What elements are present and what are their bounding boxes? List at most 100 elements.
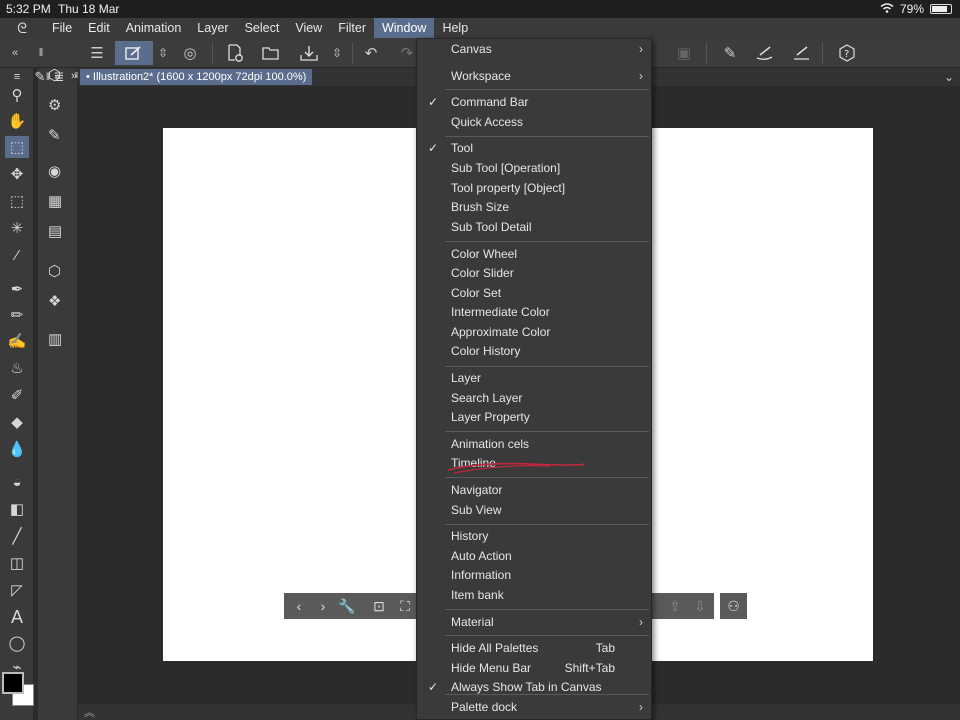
decoration-icon[interactable]: ✐: [5, 384, 29, 406]
operation-icon[interactable]: ⬚: [5, 136, 29, 158]
next-icon[interactable]: ›: [312, 595, 334, 617]
menu-item-tool-property-object[interactable]: Tool property [Object]: [417, 179, 651, 198]
brush-tool-icon[interactable]: ✍: [5, 330, 29, 352]
timeline-icon[interactable]: ▤: [48, 222, 62, 240]
menu-item-color-set[interactable]: Color Set: [417, 284, 651, 303]
pencil-icon[interactable]: ✏: [5, 304, 29, 326]
menu-file[interactable]: File: [44, 18, 80, 38]
settings-person-icon[interactable]: ⚇: [720, 593, 747, 619]
menu-item-color-slider[interactable]: Color Slider: [417, 264, 651, 283]
airbrush-icon[interactable]: ♨: [5, 357, 29, 379]
menu-item-canvas[interactable]: Canvas ›: [417, 40, 651, 59]
chevron-right-icon: ›: [639, 700, 643, 714]
camera-icon[interactable]: ⊡: [368, 595, 390, 617]
menu-item-layer[interactable]: Layer: [417, 369, 651, 388]
menu-filter[interactable]: Filter: [330, 18, 374, 38]
chevron-up-icon[interactable]: ︽: [84, 704, 95, 720]
fit-screen-icon[interactable]: ⛶: [394, 595, 416, 617]
sub-tool-icon[interactable]: ⬡: [48, 66, 61, 84]
frame-border-icon[interactable]: ◫: [5, 552, 29, 574]
spiral-icon[interactable]: ◎: [177, 41, 203, 65]
layer-icon[interactable]: ❖: [48, 292, 61, 310]
menu-item-animation-cels[interactable]: Animation cels: [417, 435, 651, 454]
move-icon[interactable]: ✥: [5, 163, 29, 185]
color-swatches[interactable]: [2, 672, 36, 712]
layer-property-icon[interactable]: ⬡: [48, 262, 61, 280]
foreground-color-swatch[interactable]: [2, 672, 24, 694]
menu-item-layer-property[interactable]: Layer Property: [417, 408, 651, 427]
save-icon[interactable]: [296, 41, 322, 65]
selection-icon[interactable]: ⬚: [5, 190, 29, 212]
menu-item-intermediate-color[interactable]: Intermediate Color: [417, 303, 651, 322]
save-options-icon[interactable]: ⇳: [324, 41, 350, 65]
menu-window[interactable]: Window: [373, 18, 435, 38]
menu-item-brush-size[interactable]: Brush Size: [417, 198, 651, 217]
menu-item-quick-access[interactable]: Quick Access: [417, 113, 651, 132]
menu-item-workspace[interactable]: Workspace ›: [417, 67, 651, 86]
menu-item-label: Layer: [451, 371, 482, 385]
menu-item-navigator[interactable]: Navigator: [417, 481, 651, 500]
menu-item-command-bar[interactable]: ✓ Command Bar: [417, 93, 651, 112]
app-logo-icon[interactable]: ᘓ: [0, 20, 44, 37]
menu-item-approximate-color[interactable]: Approximate Color: [417, 323, 651, 342]
pen-icon[interactable]: ✎: [717, 41, 743, 65]
panel-toggle-icon[interactable]: ‖: [28, 41, 54, 65]
menu-item-hide-all-palettes[interactable]: Hide All Palettes Tab: [417, 639, 651, 658]
menu-item-sub-view[interactable]: Sub View: [417, 501, 651, 520]
wrench-icon[interactable]: 🔧: [336, 595, 358, 617]
ruler-tool-icon[interactable]: ◸: [5, 579, 29, 601]
menu-item-hide-menu-bar[interactable]: Hide Menu Bar Shift+Tab: [417, 659, 651, 678]
text-icon[interactable]: A: [5, 606, 29, 628]
gradient-icon[interactable]: ◧: [5, 498, 29, 520]
line-icon[interactable]: ╱: [5, 525, 29, 547]
color-wheel-icon[interactable]: ◉: [48, 162, 61, 180]
menu-help[interactable]: Help: [434, 18, 476, 38]
open-folder-icon[interactable]: [258, 41, 284, 65]
menu-item-search-layer[interactable]: Search Layer: [417, 389, 651, 408]
tool-property-icon[interactable]: ⚙: [48, 96, 61, 114]
menu-item-tool[interactable]: ✓ Tool: [417, 139, 651, 158]
color-set-icon[interactable]: ▦: [48, 192, 62, 210]
menu-item-item-bank[interactable]: Item bank: [417, 586, 651, 605]
menu-item-material[interactable]: Material ›: [417, 613, 651, 632]
collapse-left-icon[interactable]: «: [2, 41, 28, 65]
menu-edit[interactable]: Edit: [80, 18, 118, 38]
menu-select[interactable]: Select: [237, 18, 288, 38]
zoom-icon[interactable]: ⚲: [5, 84, 29, 106]
layer-down-icon[interactable]: ⇩: [689, 595, 711, 617]
canvas-select-icon[interactable]: [115, 41, 153, 65]
eyedropper-icon[interactable]: ⁄: [5, 244, 29, 266]
menu-item-color-wheel[interactable]: Color Wheel: [417, 245, 651, 264]
ruler-icon[interactable]: [789, 41, 815, 65]
pen-tool-icon[interactable]: ✒: [5, 278, 29, 300]
reorder-icon[interactable]: ⇳: [150, 41, 176, 65]
previous-icon[interactable]: ‹: [288, 595, 310, 617]
eraser-icon[interactable]: ◆: [5, 411, 29, 433]
menu-item-history[interactable]: History: [417, 527, 651, 546]
new-doc-icon[interactable]: [222, 41, 248, 65]
menu-item-sub-tool-detail[interactable]: Sub Tool Detail: [417, 218, 651, 237]
menu-layer[interactable]: Layer: [189, 18, 236, 38]
menu-animation[interactable]: Animation: [118, 18, 190, 38]
brush-size-icon[interactable]: ✎: [48, 126, 61, 144]
menu-icon[interactable]: ☰: [84, 41, 110, 65]
magic-wand-icon[interactable]: ✳: [5, 217, 29, 239]
blend-icon[interactable]: 💧: [5, 438, 29, 460]
brush-icon[interactable]: [752, 41, 778, 65]
menu-item-palette-dock[interactable]: Palette dock ›: [417, 698, 651, 717]
help-icon[interactable]: ?: [834, 41, 860, 65]
chevron-down-icon[interactable]: ⌄: [944, 70, 954, 84]
menu-item-auto-action[interactable]: Auto Action: [417, 547, 651, 566]
layer-up-icon[interactable]: ⇪: [664, 595, 686, 617]
menu-item-color-history[interactable]: Color History: [417, 342, 651, 361]
menu-item-sub-tool-operation[interactable]: Sub Tool [Operation]: [417, 159, 651, 178]
menu-view[interactable]: View: [287, 18, 330, 38]
document-tab[interactable]: • Illustration2* (1600 x 1200px 72dpi 10…: [80, 69, 313, 85]
undo-icon[interactable]: ↶: [358, 41, 384, 65]
balloon-icon[interactable]: ◯: [5, 632, 29, 654]
fill-icon[interactable]: ◒: [5, 471, 29, 493]
frame-icon[interactable]: ▣: [671, 41, 697, 65]
material-icon[interactable]: ▥: [48, 330, 62, 348]
menu-item-information[interactable]: Information: [417, 566, 651, 585]
hand-icon[interactable]: ✋: [5, 110, 29, 132]
